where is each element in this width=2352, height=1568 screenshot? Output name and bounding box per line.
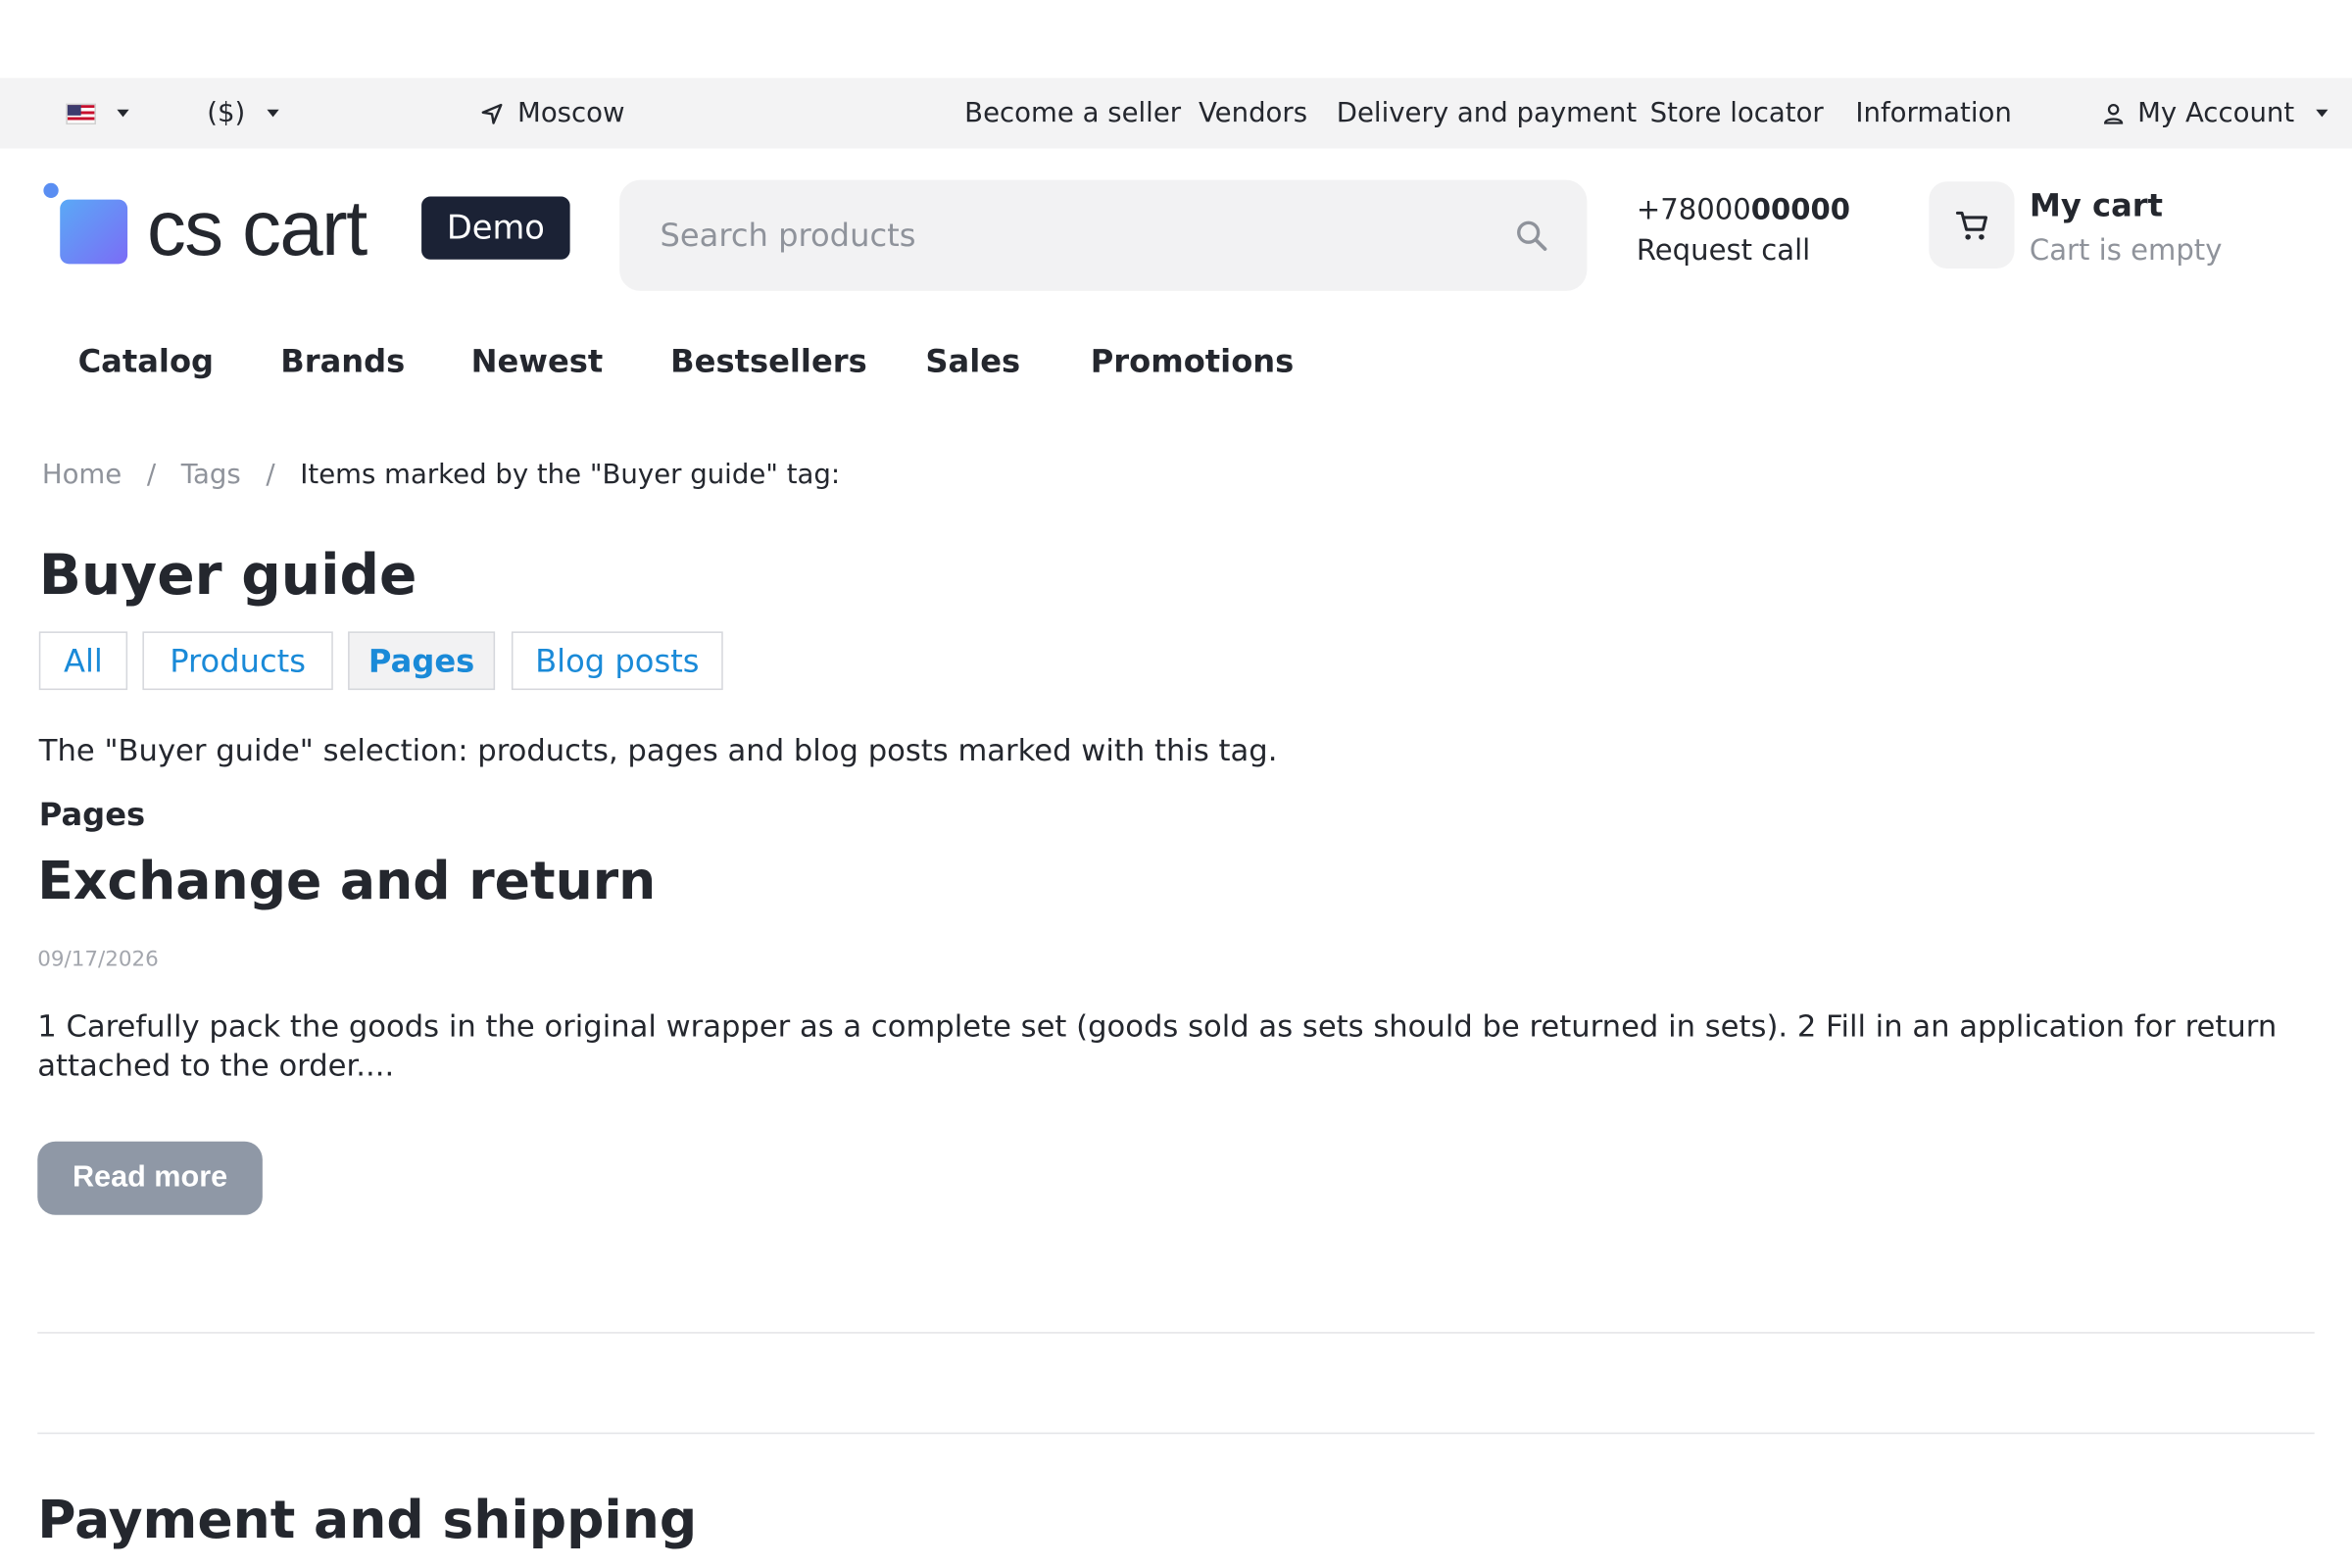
breadcrumb-tags[interactable]: Tags [181,459,241,490]
tag-description: The "Buyer guide" selection: products, p… [38,731,1278,768]
breadcrumb-separator: / [266,459,275,491]
currency-label: ($) [207,97,246,129]
cart-button[interactable] [1929,181,2015,269]
section-title: Pages [38,796,146,833]
top-link-become-seller[interactable]: Become a seller [964,78,1181,149]
cart-title[interactable]: My cart [2030,187,2163,223]
search-box [619,179,1588,291]
post-title[interactable]: Exchange and return [37,852,656,911]
divider [37,1432,2315,1435]
location-selector[interactable]: Moscow [480,78,625,149]
us-flag-icon [66,102,96,124]
cart-icon [1955,211,1987,240]
read-more-button[interactable]: Read more [37,1141,263,1215]
location-label: Moscow [517,97,625,129]
user-icon [2104,103,2124,123]
top-link-vendors[interactable]: Vendors [1199,78,1307,149]
location-arrow-icon [481,103,503,123]
tab-products[interactable]: Products [142,631,333,691]
menu-item-catalog[interactable]: Catalog [78,344,214,380]
search-icon[interactable] [1515,219,1548,252]
tab-pages[interactable]: Pages [348,631,496,691]
chevron-down-icon [266,109,278,118]
top-bar: ($) Moscow Become a seller Vendors Deliv… [0,77,2352,149]
language-selector[interactable] [66,78,129,149]
account-label: My Account [2137,97,2295,129]
top-link-information[interactable]: Information [1855,78,2011,149]
breadcrumb-current: Items marked by the "Buyer guide" tag: [300,459,841,491]
chevron-down-icon [2315,109,2328,118]
divider [37,1332,2315,1334]
logo-text[interactable]: cs cart [147,177,368,282]
currency-selector[interactable]: ($) [207,78,278,149]
chevron-down-icon [117,109,129,118]
menu-item-newest[interactable]: Newest [471,344,604,380]
post-title[interactable]: Payment and shipping [37,1491,697,1550]
logo-icon[interactable] [40,179,130,270]
page-title: Buyer guide [38,543,417,608]
demo-badge: Demo [421,196,570,260]
request-call-link[interactable]: Request call [1637,234,1810,268]
search-input[interactable] [660,179,1500,291]
cart-status: Cart is empty [2029,233,2223,268]
menu-item-promotions[interactable]: Promotions [1091,344,1295,380]
page: ($) Moscow Become a seller Vendors Deliv… [0,0,2352,1568]
menu-item-bestsellers[interactable]: Bestsellers [670,344,867,380]
menu-item-brands[interactable]: Brands [280,344,405,380]
menu-item-sales[interactable]: Sales [925,344,1020,380]
phone-number: +7800000000 [1636,193,1850,227]
breadcrumb-separator: / [146,459,157,491]
breadcrumb: Home / Tags / Items marked by the "Buyer… [42,459,840,490]
post-date: 09/17/2026 [37,948,159,972]
tab-blog-posts[interactable]: Blog posts [511,631,723,691]
breadcrumb-home[interactable]: Home [42,459,122,490]
top-link-store-locator[interactable]: Store locator [1650,78,1824,149]
tab-all[interactable]: All [38,631,128,691]
post-excerpt: 1 Carefully pack the goods in the origin… [37,1007,2278,1084]
account-menu[interactable]: My Account [2101,78,2328,149]
top-link-delivery-payment[interactable]: Delivery and payment [1337,78,1637,149]
